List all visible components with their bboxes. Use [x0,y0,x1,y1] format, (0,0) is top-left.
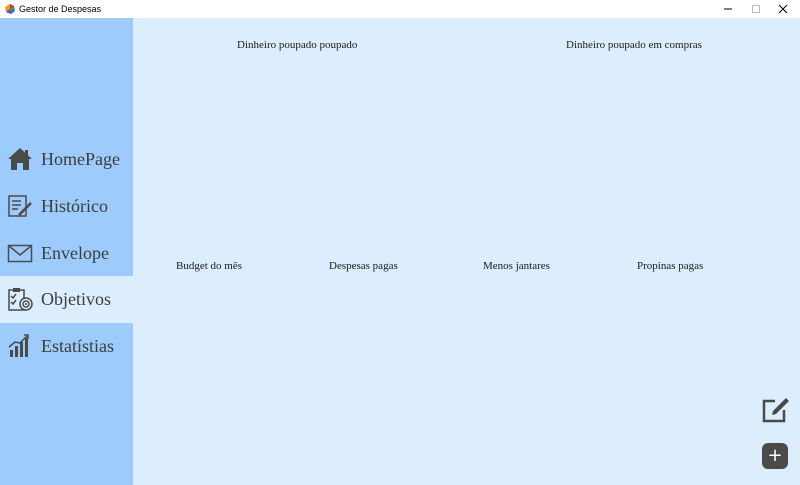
main-content [133,18,800,485]
history-icon [8,195,32,217]
sidebar-item-estatistias[interactable]: Estatístias [0,323,133,370]
sidebar: HomePage Histórico Envelope Objetivos Es… [0,18,133,485]
app-logo-icon [5,4,15,14]
paid-expenses-label: Despesas pagas [329,260,398,272]
monthly-budget-label: Budget do mês [176,260,242,272]
add-button[interactable]: + [762,443,788,469]
sidebar-item-objetivos[interactable]: Objetivos [0,276,133,323]
sidebar-item-label: HomePage [41,149,120,169]
envelope-icon [7,244,33,263]
sidebar-item-envelope[interactable]: Envelope [0,230,133,277]
sidebar-item-label: Envelope [41,243,109,263]
saved-money-label: Dinheiro poupado poupado [237,39,358,51]
minimize-icon[interactable] [706,0,740,18]
window-title: Gestor de Despesas [19,4,102,14]
close-icon[interactable] [766,0,800,18]
sidebar-item-label: Objetivos [41,289,111,309]
title-bar: Gestor de Despesas [0,0,800,18]
fewer-dinners-label: Menos jantares [483,260,550,272]
sidebar-item-label: Estatístias [41,336,114,356]
tuition-paid-label: Propinas pagas [637,260,704,272]
home-icon [8,148,32,170]
bar-chart-icon [8,334,29,357]
sidebar-item-label: Histórico [41,196,108,216]
sidebar-item-historico[interactable]: Histórico [0,183,133,230]
goals-icon [8,288,33,311]
saved-on-purchases-label: Dinheiro poupado em compras [566,39,702,51]
edit-icon[interactable] [762,396,790,424]
sidebar-item-homepage[interactable]: HomePage [0,136,133,183]
